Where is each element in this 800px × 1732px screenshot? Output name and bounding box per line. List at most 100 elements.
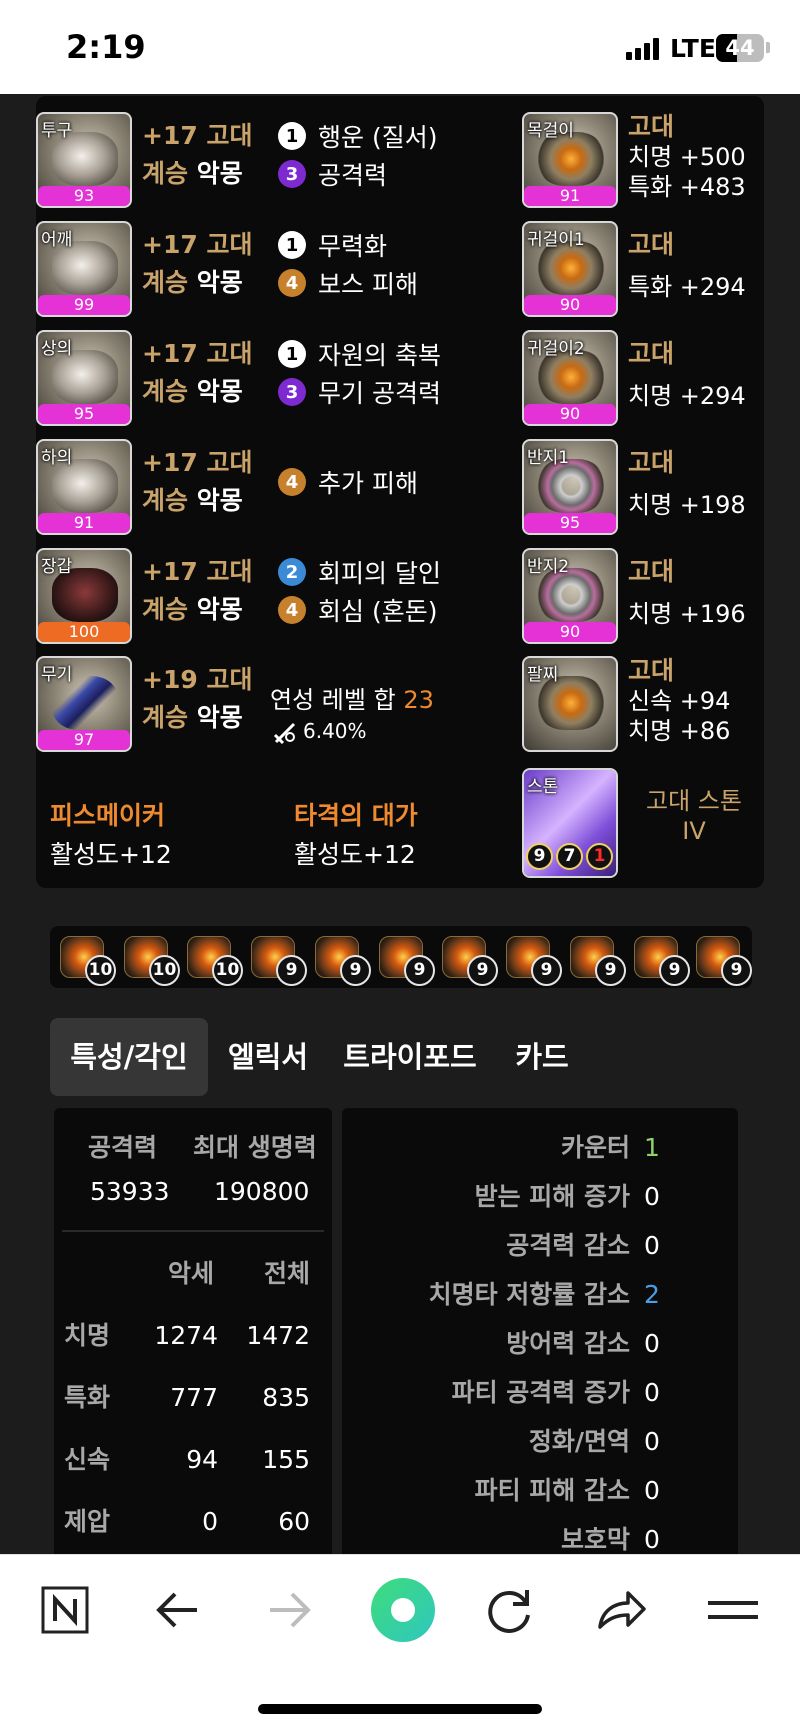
stone-value: 7: [556, 843, 583, 870]
equipment-slot-helmet[interactable]: 투구 93: [36, 112, 132, 208]
slot-label: 팔찌: [527, 665, 559, 685]
bracelet-effect-name: 피스메이커: [50, 801, 166, 830]
gem-level: 9: [659, 955, 690, 986]
green-dot-icon[interactable]: [365, 1572, 441, 1648]
stat-acc-value: 777: [170, 1383, 218, 1412]
synergy-name: 파티 피해 감소: [474, 1476, 630, 1505]
engraving: 4 회심 (혼돈): [278, 592, 437, 628]
tab-elixir[interactable]: 엘릭서: [218, 1018, 318, 1096]
accessory-stat: 신속 +94: [628, 687, 731, 715]
accessory-slot-ring1[interactable]: 반지1 95: [522, 439, 618, 535]
accessory-stat: 특화 +294: [628, 273, 746, 301]
accessory-slot-bracelet[interactable]: 팔찌: [522, 656, 618, 752]
accessory-grade: 고대: [628, 656, 675, 685]
engraving: 1 행운 (질서): [278, 118, 437, 154]
back-arrow-icon[interactable]: [143, 1575, 213, 1645]
signal-icon: [626, 38, 660, 60]
engraving: 1 자원의 축복: [278, 336, 441, 372]
synergy-value: 1: [644, 1133, 660, 1162]
equipment-slot-top[interactable]: 상의 95: [36, 330, 132, 426]
equipment-slot-shoulder[interactable]: 어깨 99: [36, 221, 132, 317]
accessory-grade: 고대: [628, 448, 675, 477]
gem[interactable]: 10: [185, 934, 243, 986]
engraving: 4 추가 피해: [278, 464, 418, 500]
quality-bar: 100: [38, 622, 130, 642]
stat-name: 신속: [64, 1445, 111, 1474]
gem[interactable]: 9: [313, 934, 371, 986]
accessory-slot-ring2[interactable]: 반지2 90: [522, 548, 618, 644]
synergy-value: 2: [644, 1280, 660, 1309]
bracelet-effect-value: 활성도+12: [294, 840, 416, 869]
tab-tripod[interactable]: 트라이포드: [334, 1018, 486, 1096]
forward-arrow-icon[interactable]: [254, 1575, 324, 1645]
quality-bar: 91: [38, 513, 130, 533]
stone-value: 9: [526, 843, 553, 870]
synergy-value: 0: [644, 1476, 660, 1505]
gem[interactable]: 9: [568, 934, 626, 986]
equipment-slot-weapon[interactable]: 무기 97: [36, 656, 132, 752]
slot-label: 어깨: [41, 230, 73, 250]
max-hp-label: 최대 생명력: [193, 1133, 317, 1162]
set-info: 계승 악몽: [142, 377, 243, 406]
stat-name: 제압: [64, 1507, 111, 1536]
slot-label: 스톤: [527, 777, 559, 797]
gem[interactable]: 10: [58, 934, 116, 986]
accessory-slot-necklace[interactable]: 목걸이 91: [522, 112, 618, 208]
network-type: LTE: [670, 34, 716, 63]
gem[interactable]: 9: [504, 934, 562, 986]
bracelet-effect-value: 활성도+12: [50, 840, 172, 869]
accessory-slot-earring2[interactable]: 귀걸이2 90: [522, 330, 618, 426]
accessory-stat: 치명 +294: [628, 382, 746, 410]
enhance-level: +17 고대: [142, 230, 253, 259]
tab-card[interactable]: 카드: [504, 1018, 580, 1096]
set-info: 계승 악몽: [142, 703, 243, 732]
gem[interactable]: 9: [377, 934, 435, 986]
synergy-value: 0: [644, 1427, 660, 1456]
gem-level: 10: [212, 955, 243, 986]
enhance-level: +19 고대: [142, 665, 253, 694]
gem-bar: 10 10 10 9 9 9 9 9 9 9 9: [50, 926, 752, 988]
gem[interactable]: 10: [122, 934, 180, 986]
tab-traits-engravings[interactable]: 특성/각인: [50, 1018, 208, 1096]
synergy-name: 보호막: [560, 1525, 630, 1554]
stat-acc-value: 1274: [154, 1321, 218, 1350]
stats-panel: 공격력 최대 생명력 53933 190800 악세 전체 치명 1274 14…: [54, 1108, 332, 1554]
reload-icon[interactable]: [475, 1575, 545, 1645]
accessory-grade: 고대: [628, 230, 675, 259]
column-accessory: 악세: [167, 1259, 214, 1288]
slot-label: 귀걸이2: [527, 339, 585, 359]
stone-tier: IV: [682, 817, 706, 845]
gem[interactable]: 9: [249, 934, 307, 986]
quality-bar: 91: [524, 186, 616, 206]
quality-bar: 99: [38, 295, 130, 315]
quality-bar: 90: [524, 404, 616, 424]
gem[interactable]: 9: [440, 934, 498, 986]
gem-level: 9: [721, 955, 752, 986]
engraving: 1 무력화: [278, 227, 387, 263]
slot-label: 반지2: [527, 557, 570, 577]
engraving: 3 무기 공격력: [278, 374, 441, 410]
naver-home-icon[interactable]: [30, 1575, 100, 1645]
gem[interactable]: 9: [632, 934, 690, 986]
slot-label: 장갑: [41, 557, 73, 577]
accessory-grade: 고대: [628, 339, 675, 368]
quality-bar: 93: [38, 186, 130, 206]
ability-stone-slot[interactable]: 스톤 9 7 1: [522, 768, 618, 878]
share-icon[interactable]: [586, 1575, 656, 1645]
gem[interactable]: 9: [694, 934, 752, 986]
stone-name: 고대 스톤: [646, 787, 742, 815]
set-info: 계승 악몽: [142, 159, 243, 188]
accessory-slot-earring1[interactable]: 귀걸이1 90: [522, 221, 618, 317]
synergy-name: 카운터: [560, 1133, 630, 1162]
stat-total-value: 835: [262, 1383, 310, 1412]
status-time: 2:19: [66, 28, 146, 66]
equipment-slot-gloves[interactable]: 장갑 100: [36, 548, 132, 644]
battery-level: 44: [725, 36, 755, 60]
battery-icon: 44: [716, 34, 764, 62]
set-info: 계승 악몽: [142, 486, 243, 515]
gem-level: 9: [467, 955, 498, 986]
menu-icon[interactable]: [698, 1575, 768, 1645]
synergy-panel: 카운터 1 받는 피해 증가 0 공격력 감소 0 치명타 저항률 감소 2 방…: [342, 1108, 738, 1554]
equipment-slot-pants[interactable]: 하의 91: [36, 439, 132, 535]
refine-percent: 6.40%: [303, 719, 367, 743]
